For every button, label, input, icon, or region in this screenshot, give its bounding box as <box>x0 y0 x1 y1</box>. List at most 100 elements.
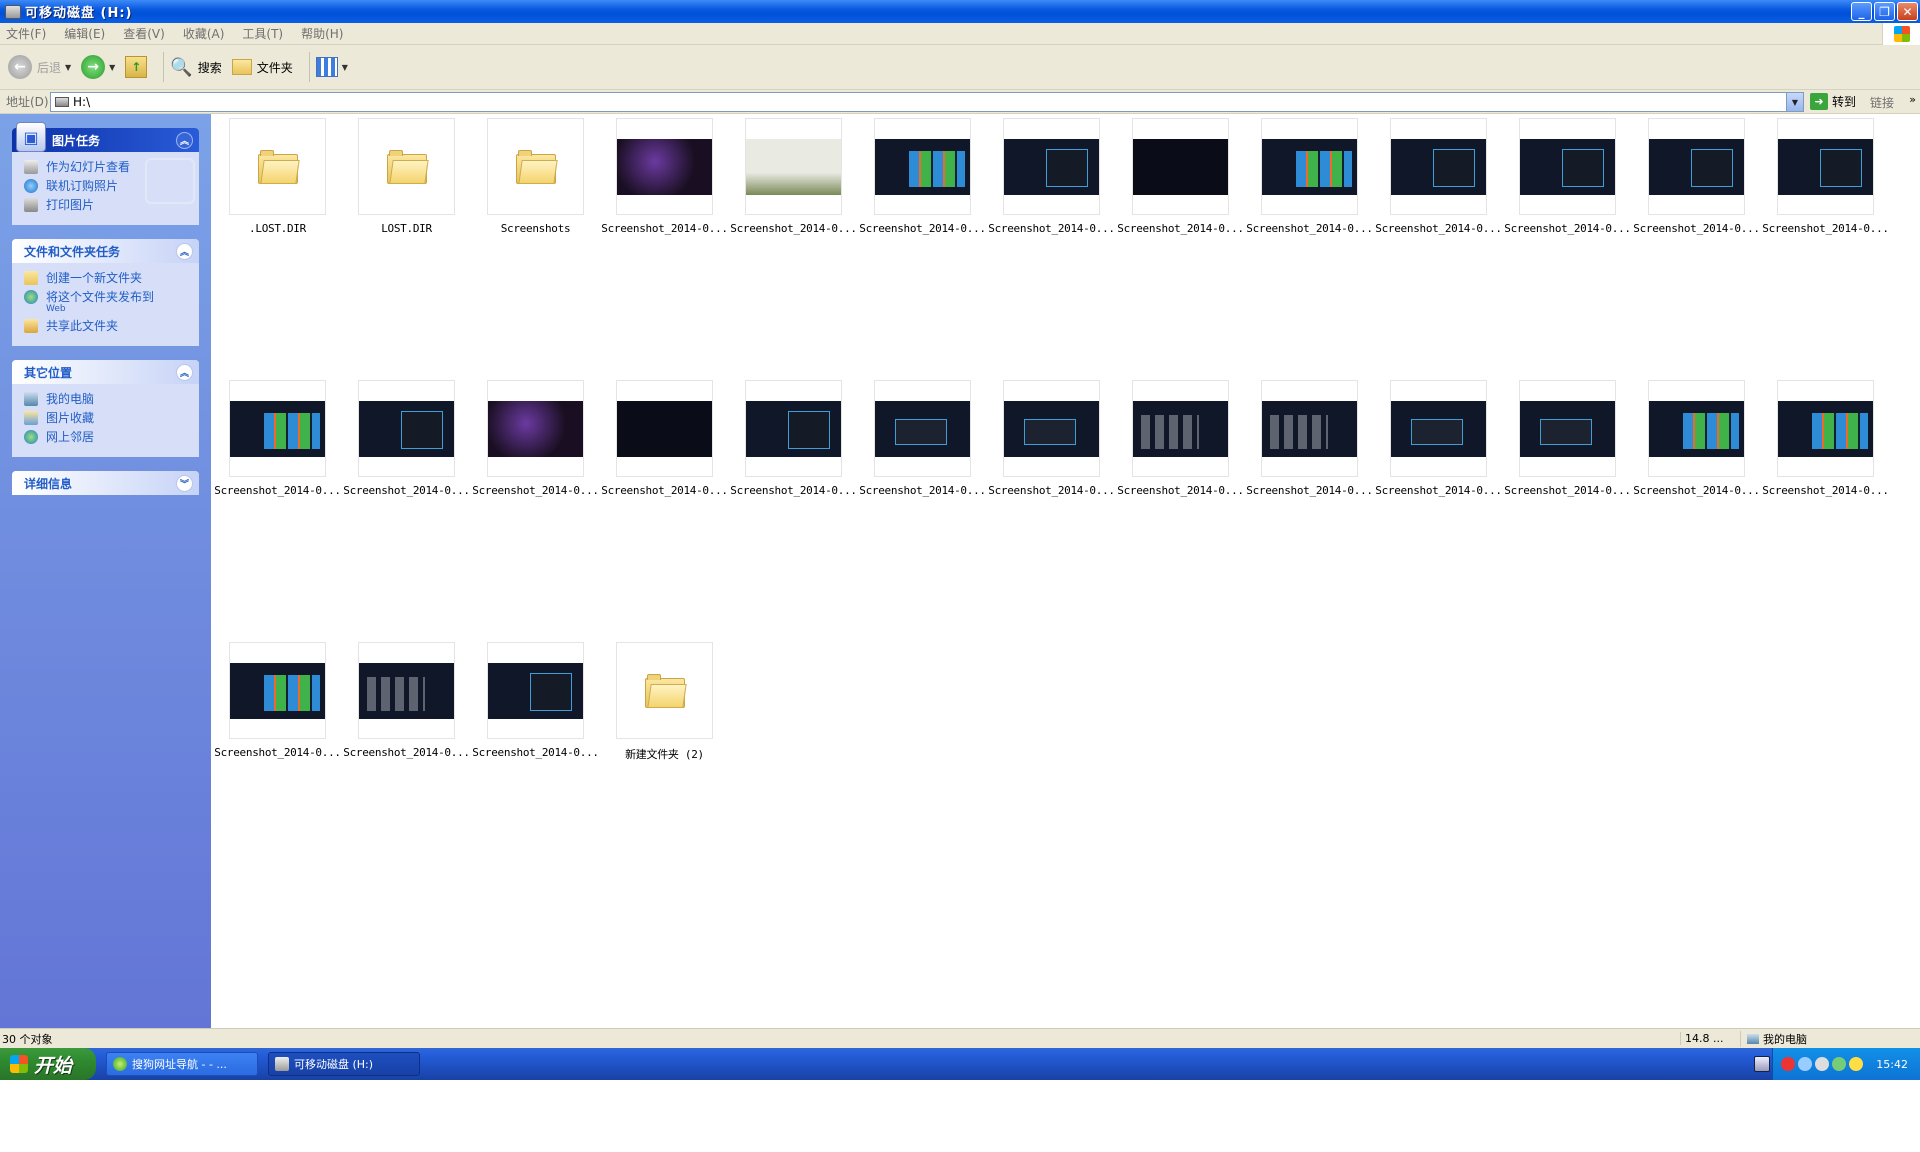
file-name: Screenshot_2014-0... <box>988 222 1115 235</box>
image-file-item[interactable]: Screenshot_2014-0... <box>1374 118 1503 238</box>
menu-view[interactable]: 查看(V) <box>123 25 165 42</box>
task-share-folder[interactable]: 共享此文件夹 <box>24 319 189 333</box>
image-file-item[interactable]: Screenshot_2014-0... <box>729 380 858 500</box>
tray-usb-icon[interactable] <box>1832 1057 1847 1071</box>
image-file-item[interactable]: Screenshot_2014-0... <box>987 380 1116 500</box>
image-file-item[interactable]: Screenshot_2014-0... <box>1503 118 1632 238</box>
thumbnail-frame <box>1390 380 1487 477</box>
tray-app-icon[interactable] <box>1781 1057 1796 1071</box>
screenshot-thumbnail <box>1262 138 1357 195</box>
go-button[interactable]: ➜ 转到 <box>1810 93 1856 110</box>
other-places-header[interactable]: 其它位置 ︽ <box>12 360 199 384</box>
image-file-item[interactable]: Screenshot_2014-0... <box>471 642 600 762</box>
image-file-item[interactable]: Screenshot_2014-0... <box>729 118 858 238</box>
file-name: Screenshot_2014-0... <box>1117 484 1244 497</box>
collapse-icon[interactable]: ︽ <box>176 242 193 260</box>
image-file-item[interactable]: Screenshot_2014-0... <box>987 118 1116 238</box>
thumbnail-frame <box>229 642 326 739</box>
image-file-item[interactable]: Screenshot_2014-0... <box>213 642 342 762</box>
forward-button[interactable]: → ▼ <box>81 50 115 84</box>
menu-edit[interactable]: 编辑(E) <box>64 25 105 42</box>
thumbnail-frame <box>616 642 713 739</box>
image-file-item[interactable]: Screenshot_2014-0... <box>1116 380 1245 500</box>
thumbnail-frame <box>1777 380 1874 477</box>
views-button[interactable]: ▼ <box>315 50 348 84</box>
screenshot-thumbnail <box>1391 400 1486 457</box>
maximize-button[interactable]: ❐ <box>1874 2 1895 21</box>
taskbar-item-explorer[interactable]: 可移动磁盘 (H:) <box>268 1052 420 1076</box>
image-file-item[interactable]: Screenshot_2014-0... <box>1632 118 1761 238</box>
clock: 15:42 <box>1876 1057 1908 1071</box>
file-view: .LOST.DIR LOST.DIR Screenshots Screenshot_2… <box>211 114 1920 1028</box>
image-file-item[interactable]: Screenshot_2014-0... <box>858 380 987 500</box>
file-name: 新建文件夹 (2) <box>625 748 704 761</box>
picture-tasks-icon: ▣ <box>16 122 46 152</box>
place-my-pictures[interactable]: 图片收藏 <box>24 411 189 425</box>
collapse-icon[interactable]: ︽ <box>176 131 193 149</box>
back-button[interactable]: ← 后退 ▼ <box>8 50 71 84</box>
details-header[interactable]: 详细信息 ︾ <box>12 471 199 495</box>
search-icon: 🔍 <box>170 56 193 78</box>
menu-tools[interactable]: 工具(T) <box>242 25 283 42</box>
title-bar[interactable]: 可移动磁盘 (H:) _ ❐ ✕ <box>0 0 1920 23</box>
image-file-item[interactable]: Screenshot_2014-0... <box>1245 380 1374 500</box>
image-file-item[interactable]: Screenshot_2014-0... <box>1374 380 1503 500</box>
image-file-item[interactable]: Screenshot_2014-0... <box>1761 380 1890 500</box>
image-file-item[interactable]: Screenshot_2014-0... <box>1245 118 1374 238</box>
picture-tasks-header[interactable]: ▣ 图片任务 ︽ <box>12 122 199 152</box>
taskbar-item-browser[interactable]: 搜狗网址导航 - - ... <box>106 1052 258 1076</box>
other-places-panel: 其它位置 ︽ 我的电脑 图片收藏 网上邻居 <box>12 360 199 457</box>
folder-item[interactable]: .LOST.DIR <box>213 118 342 238</box>
image-file-item[interactable]: Screenshot_2014-0... <box>1632 380 1761 500</box>
image-file-item[interactable]: Screenshot_2014-0... <box>1116 118 1245 238</box>
links-label[interactable]: 链接 <box>1870 94 1894 111</box>
forward-dropdown-icon[interactable]: ▼ <box>109 63 115 72</box>
file-name: Screenshot_2014-0... <box>472 746 599 759</box>
links-more-icon[interactable]: » <box>1909 93 1916 106</box>
expand-icon[interactable]: ︾ <box>176 474 193 492</box>
address-input[interactable]: H:\ ▼ <box>50 92 1804 112</box>
menu-favorites[interactable]: 收藏(A) <box>183 25 225 42</box>
tray-security-icon[interactable] <box>1849 1057 1864 1071</box>
thumbnail-frame <box>358 642 455 739</box>
tray-volume-icon[interactable] <box>1815 1057 1830 1071</box>
task-new-folder[interactable]: 创建一个新文件夹 <box>24 271 189 285</box>
image-file-item[interactable]: Screenshot_2014-0... <box>213 380 342 500</box>
screenshot-thumbnail <box>230 400 325 457</box>
up-button[interactable]: ↑ <box>125 50 148 84</box>
image-file-item[interactable]: Screenshot_2014-0... <box>600 380 729 500</box>
tray-network-icon[interactable] <box>1798 1057 1813 1071</box>
image-file-item[interactable]: Screenshot_2014-0... <box>600 118 729 238</box>
show-desktop-icon[interactable] <box>1754 1056 1770 1072</box>
folder-icon <box>231 59 252 75</box>
drive-small-icon <box>55 97 69 107</box>
address-dropdown-icon[interactable]: ▼ <box>1786 93 1803 111</box>
folder-item[interactable]: LOST.DIR <box>342 118 471 238</box>
folder-item[interactable]: Screenshots <box>471 118 600 238</box>
place-my-computer[interactable]: 我的电脑 <box>24 392 189 406</box>
file-tasks-header[interactable]: 文件和文件夹任务 ︽ <box>12 239 199 263</box>
image-file-item[interactable]: Screenshot_2014-0... <box>1761 118 1890 238</box>
image-file-item[interactable]: Screenshot_2014-0... <box>342 642 471 762</box>
image-file-item[interactable]: Screenshot_2014-0... <box>471 380 600 500</box>
minimize-button[interactable]: _ <box>1851 2 1872 21</box>
screenshot-thumbnail <box>875 138 970 195</box>
folders-button[interactable]: 文件夹 <box>231 50 293 84</box>
file-name: Screenshot_2014-0... <box>1504 222 1631 235</box>
image-file-item[interactable]: Screenshot_2014-0... <box>858 118 987 238</box>
search-button[interactable]: 🔍 搜索 <box>170 50 221 84</box>
collapse-icon[interactable]: ︽ <box>176 363 193 381</box>
image-file-item[interactable]: Screenshot_2014-0... <box>1503 380 1632 500</box>
task-publish-web[interactable]: 将这个文件夹发布到 Web <box>24 290 189 314</box>
menu-file[interactable]: 文件(F) <box>6 25 46 42</box>
image-file-item[interactable]: Screenshot_2014-0... <box>342 380 471 500</box>
folder-item[interactable]: 新建文件夹 (2) <box>600 642 729 762</box>
menu-help[interactable]: 帮助(H) <box>301 25 343 42</box>
screenshot-thumbnail <box>1778 138 1873 195</box>
back-dropdown-icon[interactable]: ▼ <box>65 63 71 72</box>
close-button[interactable]: ✕ <box>1897 2 1918 21</box>
file-name: Screenshot_2014-0... <box>1246 222 1373 235</box>
place-network[interactable]: 网上邻居 <box>24 430 189 444</box>
thumbnail-frame <box>745 118 842 215</box>
start-button[interactable]: 开始 <box>0 1048 96 1080</box>
